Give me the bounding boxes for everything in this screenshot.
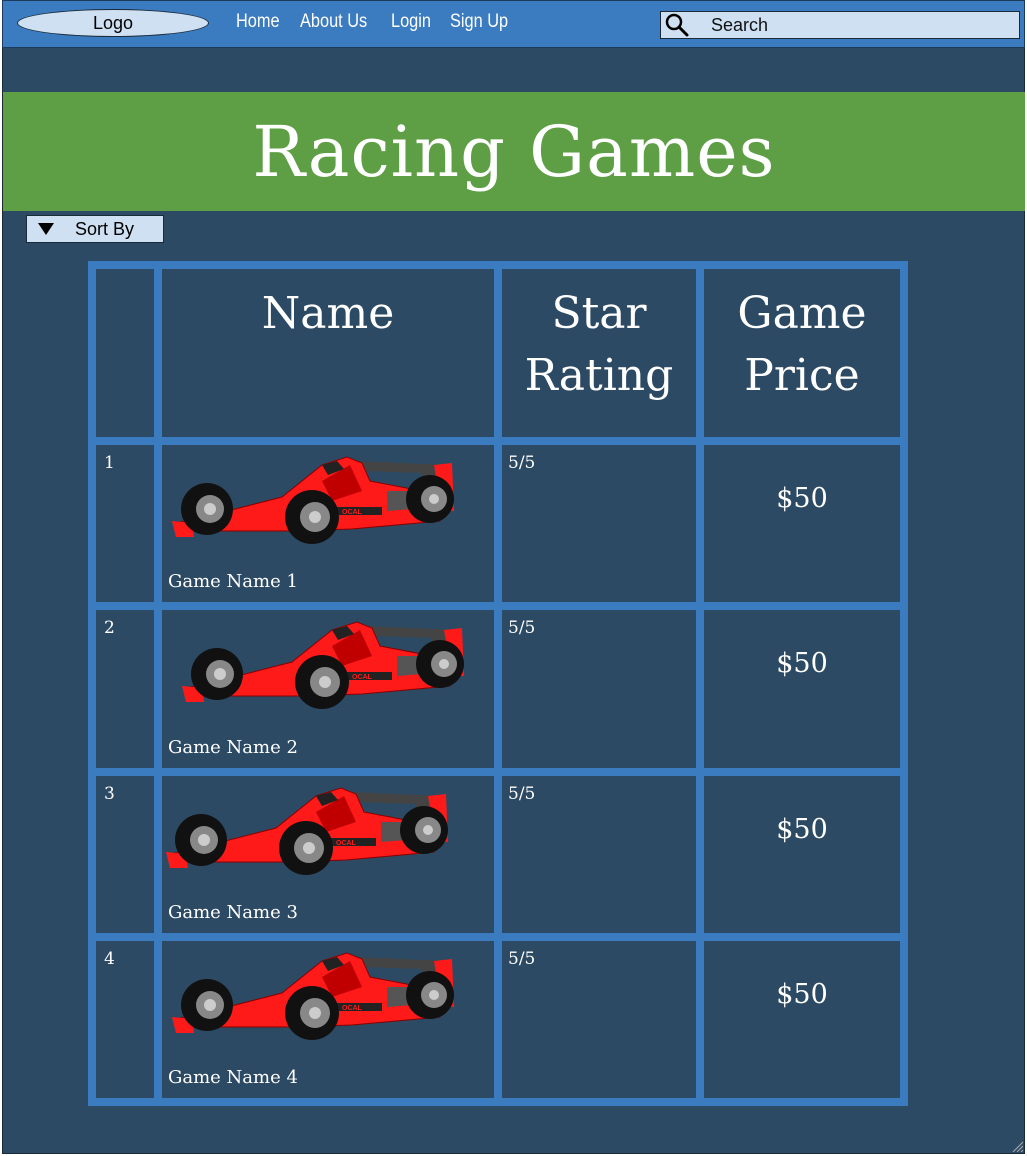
table-row[interactable]: 2 Game Name 2 5/5 $50 — [96, 610, 900, 768]
star-rating: 5/5 — [502, 940, 696, 1098]
sort-by-label: Sort By — [75, 218, 135, 239]
game-name: Game Name 2 — [168, 736, 298, 758]
table-row[interactable]: 1 Game Name 1 5/5 $50 — [96, 445, 900, 603]
race-car-image — [172, 456, 455, 545]
row-index: 1 — [96, 445, 154, 603]
nav-link-login[interactable]: Login — [391, 11, 431, 33]
header-index — [96, 269, 154, 438]
header-name[interactable]: Name — [162, 269, 494, 438]
table-row[interactable]: 3 Game Name 3 5/5 $50 — [96, 775, 900, 933]
top-navbar: Logo Home About Us Login Sign Up Search — [2, 0, 1025, 48]
table-header-row: Name Star Rating Game Price — [96, 269, 900, 438]
game-name-cell[interactable]: Game Name 4 — [162, 940, 494, 1098]
game-name-cell[interactable]: Game Name 3 — [162, 775, 494, 933]
search-placeholder: Search — [711, 14, 769, 35]
nav-link-about-us[interactable]: About Us — [300, 11, 367, 33]
page-title: Racing Games — [252, 110, 776, 193]
table-row[interactable]: 4 Game Name 4 5/5 $50 — [96, 940, 900, 1098]
logo[interactable]: Logo — [17, 9, 209, 37]
game-price: $50 — [704, 775, 900, 933]
triangle-down-icon — [37, 222, 55, 236]
resize-handle-icon[interactable] — [1011, 1140, 1023, 1152]
game-name-cell[interactable]: Game Name 2 — [162, 610, 494, 768]
sort-by-dropdown[interactable]: Sort By — [26, 215, 164, 243]
nav-links: Home About Us Login Sign Up — [236, 11, 531, 33]
row-index: 3 — [96, 775, 154, 933]
search-icon — [663, 11, 691, 39]
row-index: 2 — [96, 610, 154, 768]
header-star-rating[interactable]: Star Rating — [502, 269, 696, 438]
game-name: Game Name 3 — [168, 901, 298, 923]
race-car-image — [172, 952, 455, 1041]
race-car-image — [182, 621, 465, 710]
nav-link-sign-up[interactable]: Sign Up — [450, 11, 508, 33]
games-table: Name Star Rating Game Price 1 Game Name … — [88, 261, 908, 1106]
game-price: $50 — [704, 940, 900, 1098]
game-price: $50 — [704, 445, 900, 603]
game-name: Game Name 4 — [168, 1067, 298, 1088]
game-name: Game Name 1 — [168, 571, 298, 593]
search-input[interactable]: Search — [660, 11, 1020, 39]
game-price: $50 — [704, 610, 900, 768]
nav-link-home[interactable]: Home — [236, 11, 280, 33]
header-game-price[interactable]: Game Price — [704, 269, 900, 438]
game-name-cell[interactable]: Game Name 1 — [162, 445, 494, 603]
star-rating: 5/5 — [502, 610, 696, 768]
page-banner: Racing Games — [3, 92, 1025, 211]
star-rating: 5/5 — [502, 775, 696, 933]
row-index: 4 — [96, 940, 154, 1098]
race-car-image — [166, 787, 449, 876]
star-rating: 5/5 — [502, 445, 696, 603]
